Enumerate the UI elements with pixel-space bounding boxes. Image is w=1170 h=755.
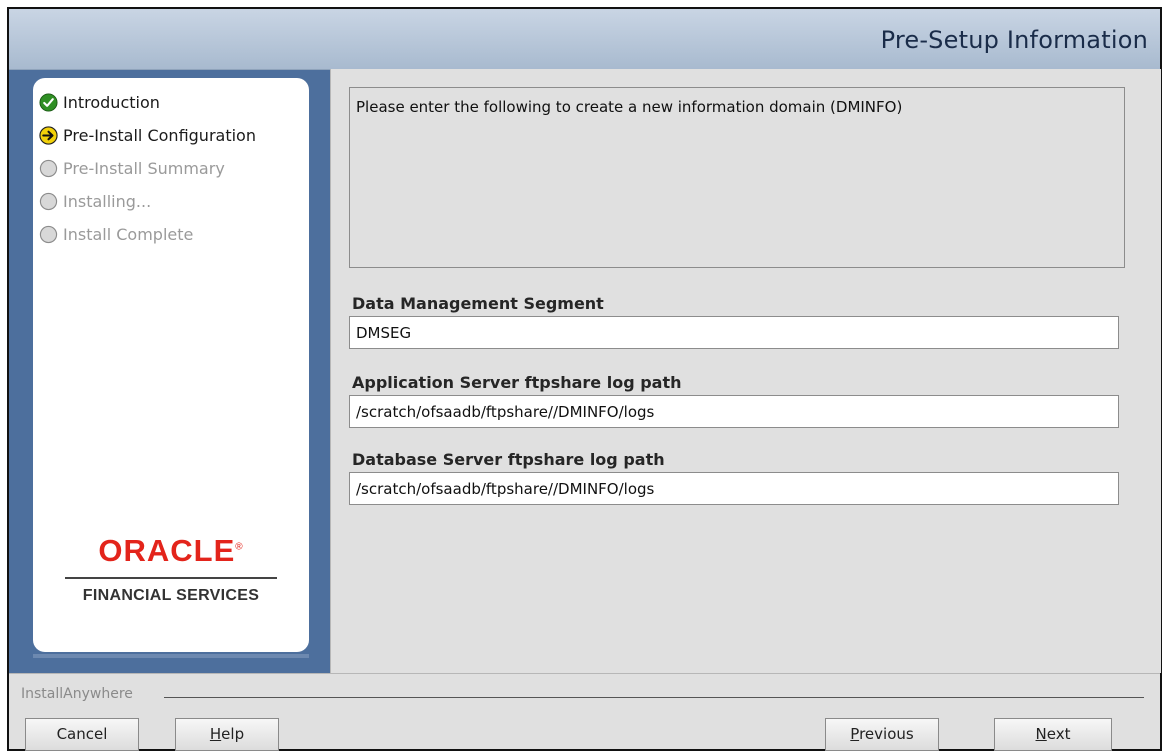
- instructions-box: Please enter the following to create a n…: [349, 87, 1125, 268]
- next-button-label: ext: [1046, 725, 1071, 743]
- step-install-complete: Install Complete: [39, 221, 193, 247]
- data-management-segment-input[interactable]: [349, 316, 1119, 349]
- db-server-log-path-input[interactable]: [349, 472, 1119, 505]
- logo-divider: [65, 577, 277, 579]
- check-circle-icon: [39, 92, 58, 112]
- logo-subtitle: FINANCIAL SERVICES: [82, 587, 260, 604]
- installanywhere-label: InstallAnywhere: [21, 686, 133, 702]
- step-installing: Installing...: [39, 188, 151, 214]
- oracle-financial-services-logo: ORACLE® FINANCIAL SERVICES: [33, 533, 309, 605]
- previous-button-label: revious: [859, 725, 914, 743]
- step-label: Installing...: [63, 191, 152, 211]
- empty-circle-icon: [39, 192, 58, 210]
- next-button[interactable]: Next: [994, 718, 1112, 751]
- empty-circle-icon: [39, 225, 58, 243]
- page-title: Pre-Setup Information: [880, 26, 1148, 54]
- help-button[interactable]: Help: [175, 718, 279, 751]
- empty-circle-icon: [39, 159, 58, 177]
- next-mnemonic: N: [1035, 725, 1047, 743]
- step-pre-install-summary: Pre-Install Summary: [39, 155, 225, 181]
- db-server-log-path-label: Database Server ftpshare log path: [352, 450, 665, 469]
- arrow-circle-icon: [39, 125, 58, 145]
- instructions-text: Please enter the following to create a n…: [356, 98, 903, 116]
- progress-sidebar: Introduction Pre-Install Configuration P…: [33, 78, 309, 652]
- help-mnemonic: H: [209, 725, 222, 743]
- sidebar-base: [33, 654, 309, 658]
- cancel-button-label: Cancel: [56, 725, 108, 743]
- help-button-label: elp: [221, 725, 245, 743]
- app-server-log-path-label: Application Server ftpshare log path: [352, 373, 682, 392]
- header-bar: Pre-Setup Information: [9, 9, 1160, 70]
- oracle-wordmark: ORACLE®: [98, 533, 244, 568]
- step-pre-install-configuration: Pre-Install Configuration: [39, 122, 256, 148]
- footer-bar: InstallAnywhere Cancel Help Previous Nex…: [9, 673, 1160, 751]
- step-introduction: Introduction: [39, 89, 160, 115]
- app-server-log-path-input[interactable]: [349, 395, 1119, 428]
- data-management-segment-label: Data Management Segment: [352, 294, 604, 313]
- installer-window: Pre-Setup Information Introduction Pre-I…: [7, 7, 1162, 751]
- previous-mnemonic: P: [850, 725, 860, 743]
- step-label: Install Complete: [63, 224, 194, 244]
- step-label: Introduction: [63, 92, 160, 112]
- footer-divider: [164, 697, 1144, 698]
- previous-button[interactable]: Previous: [825, 718, 939, 751]
- cancel-button[interactable]: Cancel: [25, 718, 139, 751]
- step-label: Pre-Install Configuration: [63, 125, 256, 145]
- step-label: Pre-Install Summary: [63, 158, 225, 178]
- main-content-panel: Please enter the following to create a n…: [330, 69, 1161, 673]
